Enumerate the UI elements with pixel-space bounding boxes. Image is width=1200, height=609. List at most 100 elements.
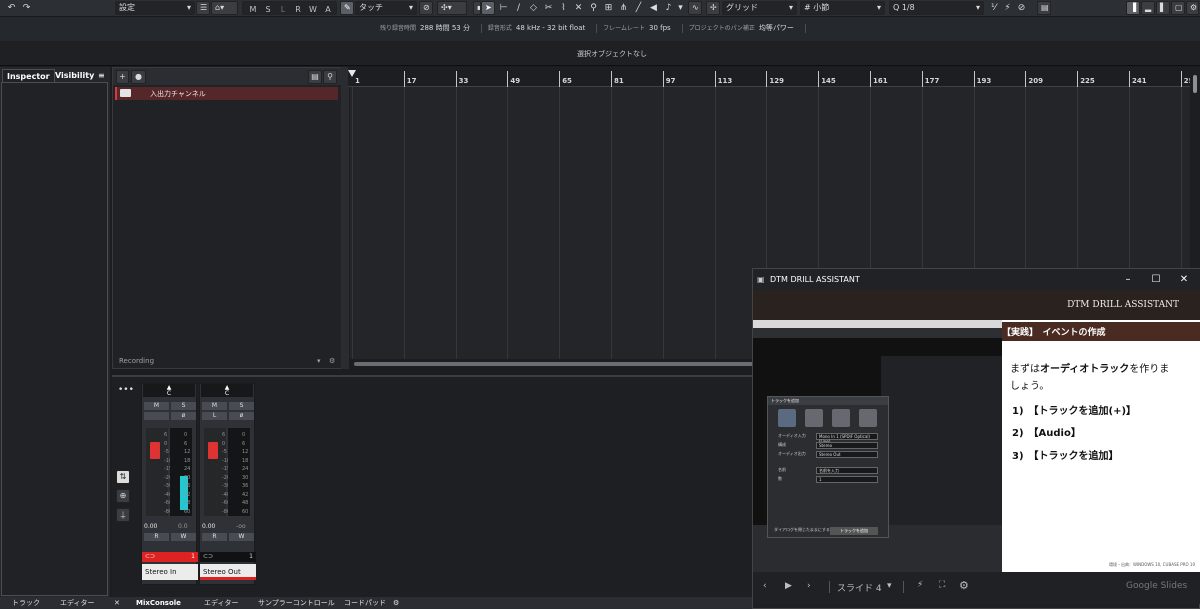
snap-icon[interactable]: ✢: [706, 1, 720, 15]
solo-button[interactable]: S: [229, 402, 254, 410]
snap-type-select[interactable]: グリッド ▾: [722, 1, 797, 15]
list-icon[interactable]: ☰: [196, 1, 210, 15]
edit-icon[interactable]: ⊘: [419, 1, 433, 15]
warp-icon[interactable]: ⋔: [617, 1, 630, 15]
field-value[interactable]: Mono In 1 (SPDIF Optical) (Line): [816, 433, 878, 444]
panel-icon[interactable]: ▢: [1171, 1, 1185, 15]
field-value[interactable]: Stereo: [816, 442, 878, 449]
write-button[interactable]: W: [229, 533, 254, 541]
sampler-track-icon[interactable]: [832, 409, 850, 427]
fader-handle[interactable]: [208, 442, 218, 459]
read-button[interactable]: R: [202, 533, 227, 541]
mode-icon[interactable]: ⌂▾: [211, 1, 238, 15]
locator-marker-icon[interactable]: [348, 70, 356, 77]
routing-icon[interactable]: ⇅: [116, 470, 130, 484]
tab-editor[interactable]: エディター: [60, 598, 95, 609]
field-value[interactable]: Stereo Out: [816, 451, 878, 458]
channel-icon[interactable]: ⍊: [116, 508, 130, 522]
grid-select[interactable]: # 小節 ▾: [800, 1, 885, 15]
field-value[interactable]: 1: [816, 476, 878, 483]
input-routing[interactable]: ⊂⊃ 1: [142, 552, 198, 562]
glue-icon[interactable]: ⌇: [557, 1, 570, 15]
zoom-icon[interactable]: ⚲: [587, 1, 600, 15]
settings-icon[interactable]: ⚙: [1186, 1, 1199, 15]
format-value[interactable]: 48 kHz - 32 bit float: [516, 24, 585, 32]
midi-track-icon[interactable]: [859, 409, 877, 427]
layout-icon[interactable]: ▤: [1037, 1, 1051, 15]
insert-icon[interactable]: ⊕: [116, 489, 130, 503]
keep-open-checkbox[interactable]: ダイアログを閉じたままにする: [774, 527, 830, 533]
laser-icon[interactable]: ⚡: [917, 580, 923, 590]
quantize-apply-icon[interactable]: ⚡: [1001, 1, 1014, 15]
line-tool-icon[interactable]: ╱: [632, 1, 645, 15]
menu-icon[interactable]: ≡: [94, 69, 109, 82]
chevron-down-icon[interactable]: ▾: [317, 354, 321, 368]
tab-sampler-control[interactable]: サンプラーコントロール: [258, 598, 335, 609]
pan-value[interactable]: 均等パワー: [759, 24, 794, 32]
gear-icon[interactable]: ⚙: [329, 354, 335, 368]
channel-name[interactable]: Stereo In: [142, 564, 198, 580]
chevron-down-icon[interactable]: ▾: [887, 581, 892, 591]
tab-chord-pads[interactable]: コードパッド: [344, 598, 386, 609]
pencil-icon[interactable]: ∕: [512, 1, 525, 15]
fullscreen-icon[interactable]: ⛶: [939, 580, 945, 590]
gear-icon[interactable]: ⚙: [959, 579, 969, 592]
solo-mode-button[interactable]: S: [261, 3, 275, 14]
channel-name[interactable]: Stereo Out: [200, 564, 256, 580]
all-mode-button[interactable]: A: [321, 3, 335, 14]
track-list-menu-icon[interactable]: ▤: [308, 70, 322, 84]
quantize-select[interactable]: Q 1/8 ▾: [889, 1, 984, 15]
tab-tracks[interactable]: トラック: [12, 598, 40, 609]
right-zone-icon[interactable]: ▌: [1156, 1, 1170, 15]
phase-icon[interactable]: ø: [171, 412, 196, 420]
automation-icon[interactable]: ✎: [340, 1, 354, 15]
phase-icon[interactable]: ø: [229, 412, 254, 420]
add-track-button[interactable]: +: [116, 70, 129, 84]
preset-select[interactable]: 設定 ▾: [115, 1, 195, 15]
gear-icon[interactable]: ⚙: [393, 598, 399, 609]
next-slide-icon[interactable]: ›: [807, 581, 811, 591]
window-titlebar[interactable]: ▣ DTM DRILL ASSISTANT – ☐ ✕: [753, 269, 1200, 290]
lower-zone-icon[interactable]: ▂: [1141, 1, 1155, 15]
mute-mode-button[interactable]: M: [246, 3, 260, 14]
undo-icon[interactable]: ↶: [5, 1, 18, 15]
read-button[interactable]: R: [144, 533, 169, 541]
tab-editor-2[interactable]: エディター: [204, 598, 239, 609]
rec-time-value[interactable]: 288 時間 53 分: [420, 24, 470, 32]
volume-value[interactable]: 0.00: [202, 523, 215, 530]
mute-tool-icon[interactable]: ✕: [572, 1, 585, 15]
slide-number[interactable]: スライド 4: [837, 581, 882, 594]
scrollbar-thumb[interactable]: [1193, 75, 1197, 93]
marker-icon[interactable]: ▪: [473, 1, 481, 15]
prev-slide-icon[interactable]: ‹: [763, 581, 767, 591]
listen-mode-button[interactable]: L: [276, 3, 290, 14]
splitter[interactable]: [341, 67, 349, 369]
color-icon[interactable]: ▾: [674, 1, 687, 15]
listen-button[interactable]: L: [202, 412, 227, 420]
range-tool-icon[interactable]: ⊢: [497, 1, 510, 15]
add-track-preset-icon[interactable]: ●: [131, 70, 146, 84]
reset-icon[interactable]: ⊘: [1015, 1, 1028, 15]
maximize-icon[interactable]: ☐: [1143, 269, 1169, 290]
redo-icon[interactable]: ↷: [20, 1, 33, 15]
ruler[interactable]: 1 17 33 49 65 81 97 113 129 145 161 177 193 209 225 241…: [348, 67, 1198, 87]
volume-fader[interactable]: 6 0 -5 -10 -15 -20 -30 -40 -60 -80: [146, 428, 172, 516]
framerate-value[interactable]: 30 fps: [649, 24, 671, 32]
left-zone-icon[interactable]: ▐: [1126, 1, 1140, 15]
comp-icon[interactable]: ⊞: [602, 1, 615, 15]
mute-button[interactable]: M: [202, 402, 227, 410]
write-mode-button[interactable]: W: [306, 3, 320, 14]
close-icon[interactable]: ✕: [1171, 269, 1197, 290]
pan-display[interactable]: ▲ C: [201, 384, 253, 397]
track-row[interactable]: 入出力チャンネル: [115, 87, 338, 100]
add-track-button[interactable]: トラックを追加: [830, 527, 878, 535]
automation-mode-select[interactable]: タッチ ▾: [355, 1, 417, 15]
pan-display[interactable]: ▲ C: [143, 384, 195, 397]
tab-inspector[interactable]: Inspector: [2, 69, 55, 82]
write-button[interactable]: W: [171, 533, 196, 541]
scissors-icon[interactable]: ✂: [542, 1, 555, 15]
instrument-track-icon[interactable]: [805, 409, 823, 427]
fader-handle[interactable]: [150, 442, 160, 459]
output-routing[interactable]: ⊂⊃ 1: [200, 552, 256, 562]
volume-value[interactable]: 0.00: [144, 523, 157, 530]
